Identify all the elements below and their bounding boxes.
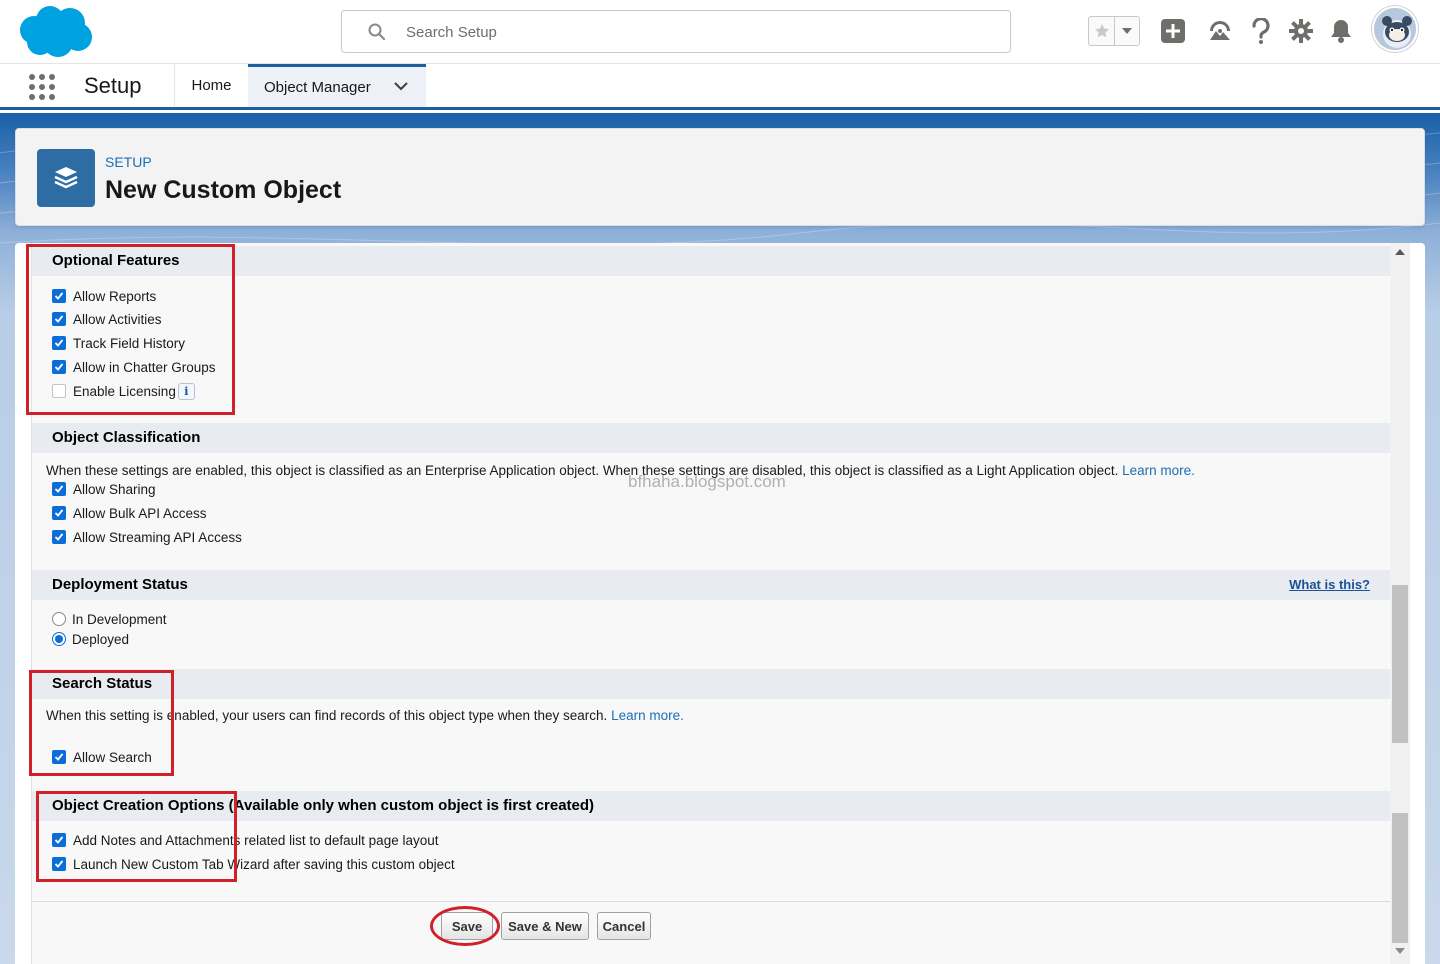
search-status-description: When this setting is enabled, your users… [46,708,684,723]
radio-label: Deployed [72,631,130,647]
checkbox-label: Track Field History [73,335,186,351]
radio-in-development[interactable] [52,612,66,626]
section-title: Optional Features [52,252,180,269]
checkbox-allow-sharing[interactable] [52,482,66,496]
checkbox-label: Launch New Custom Tab Wizard after savin… [73,856,455,872]
waffle-icon[interactable] [28,73,56,101]
checkbox-row-notes-attachments[interactable]: Add Notes and Attachments related list t… [52,830,438,850]
save-and-new-button[interactable]: Save & New [501,912,589,940]
cancel-button[interactable]: Cancel [597,912,651,940]
checkbox-label: Enable Licensing [73,383,176,399]
checkbox-row-bulk-api[interactable]: Allow Bulk API Access [52,503,207,523]
section-object-creation-options: Object Creation Options (Available only … [32,791,1390,821]
description-text: When these settings are enabled, this ob… [46,463,1119,478]
search-input[interactable] [406,19,986,45]
checkbox-row-allow-activities[interactable]: Allow Activities [52,309,162,329]
section-object-classification: Object Classification [32,423,1390,453]
plus-icon[interactable] [1158,16,1188,46]
checkbox-label: Allow Bulk API Access [73,505,207,521]
watermark: bfhaha.blogspot.com [628,472,786,491]
learn-more-link[interactable]: Learn more. [611,708,684,723]
breadcrumb[interactable]: SETUP [105,154,152,170]
app-name: Setup [84,73,142,98]
radio-row-deployed[interactable]: Deployed [52,629,129,649]
context-bar: Setup Home Object Manager [0,64,1440,110]
checkbox-row-allow-chatter-groups[interactable]: Allow in Chatter Groups [52,357,216,377]
checkbox-label: Allow Sharing [73,481,156,497]
tab-home[interactable]: Home [175,64,248,107]
section-title: Search Status [52,675,153,692]
checkbox-label: Allow Reports [73,288,157,304]
checkbox-enable-licensing[interactable] [52,384,66,398]
salesforce-logo[interactable] [18,6,94,58]
radio-deployed[interactable] [52,632,66,646]
scrollbar[interactable] [1390,243,1410,964]
save-button[interactable]: Save [441,912,493,940]
learn-more-link[interactable]: Learn more. [1122,463,1195,478]
stacked-layers-icon [37,149,95,207]
section-title: Deployment Status [52,576,188,593]
page-title: New Custom Object [105,176,342,204]
global-header [0,0,1440,64]
scroll-thumb[interactable] [1392,585,1408,743]
checkbox-launch-tab-wizard[interactable] [52,857,66,871]
checkbox-row-allow-search[interactable]: Allow Search [52,747,152,767]
description-text: When this setting is enabled, your users… [46,708,608,723]
scroll-down-arrow[interactable] [1395,948,1405,954]
info-icon[interactable]: i [177,382,195,400]
search-box[interactable] [341,10,1011,53]
custom-object-form: Optional Features Allow Reports Allow Ac… [31,243,1390,964]
scroll-thumb-lower[interactable] [1392,813,1408,943]
gear-icon[interactable] [1286,16,1316,46]
astro-avatar[interactable] [1372,6,1418,52]
star-icon[interactable] [1089,17,1116,45]
checkbox-allow-activities[interactable] [52,312,66,326]
classification-description: When these settings are enabled, this ob… [46,463,1195,478]
section-deployment-status: Deployment Status What is this? [32,570,1390,600]
checkbox-allow-bulk-api[interactable] [52,506,66,520]
bell-icon[interactable] [1326,16,1356,46]
checkbox-label: Allow Search [73,749,152,765]
tab-object-manager-label: Object Manager [264,78,371,96]
section-optional-features: Optional Features [32,246,1390,276]
checkbox-add-notes-attachments[interactable] [52,833,66,847]
chevron-down-icon[interactable] [394,81,408,91]
checkbox-row-streaming-api[interactable]: Allow Streaming API Access [52,527,242,547]
page-header: SETUP New Custom Object [15,128,1425,226]
checkbox-label: Allow in Chatter Groups [73,359,216,375]
checkbox-row-allow-reports[interactable]: Allow Reports [52,286,156,306]
checkbox-label: Allow Activities [73,311,162,327]
scroll-up-arrow[interactable] [1395,249,1405,255]
button-bar: Save Save & New Cancel [32,901,1390,964]
checkbox-allow-reports[interactable] [52,289,66,303]
checkbox-allow-search[interactable] [52,750,66,764]
checkbox-allow-chatter-groups[interactable] [52,360,66,374]
radio-row-in-development[interactable]: In Development [52,609,167,629]
radio-label: In Development [72,611,167,627]
question-icon[interactable] [1246,16,1276,46]
tab-object-manager[interactable]: Object Manager [248,64,426,107]
checkbox-label: Allow Streaming API Access [73,529,242,545]
checkbox-row-track-field-history[interactable]: Track Field History [52,333,185,353]
favorites-group [1088,16,1140,46]
checkbox-allow-streaming-api[interactable] [52,530,66,544]
what-is-this-link[interactable]: What is this? [1289,570,1370,600]
checkbox-row-launch-tab-wizard[interactable]: Launch New Custom Tab Wizard after savin… [52,854,455,874]
section-title: Object Classification [52,429,201,446]
search-icon [368,23,386,41]
caret-down-icon[interactable] [1115,17,1139,45]
trailhead-icon[interactable] [1205,16,1235,46]
checkbox-track-field-history[interactable] [52,336,66,350]
section-title: Object Creation Options (Available only … [52,797,595,814]
checkbox-label: Add Notes and Attachments related list t… [73,832,439,848]
content-panel: Optional Features Allow Reports Allow Ac… [15,243,1425,964]
checkbox-row-allow-sharing[interactable]: Allow Sharing [52,479,156,499]
checkbox-row-enable-licensing[interactable]: Enable Licensing i [52,381,195,401]
section-search-status: Search Status [32,669,1390,699]
